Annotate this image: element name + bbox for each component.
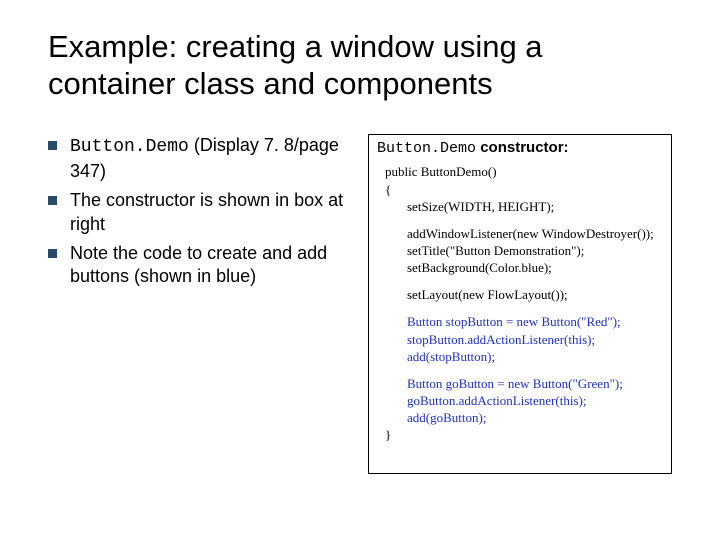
code-line: add(goButton); xyxy=(385,409,665,426)
bullet-item: Note the code to create and add buttons … xyxy=(48,242,348,289)
code-line: setLayout(new FlowLayout()); xyxy=(385,286,665,303)
slide: Example: creating a window using a conta… xyxy=(0,0,720,540)
bullet-column: Button.Demo (Display 7. 8/page 347) The … xyxy=(48,134,348,294)
code-box-header-bold: constructor: xyxy=(476,139,569,156)
code-line xyxy=(385,365,665,375)
bullet-text: Note the code to create and add buttons … xyxy=(70,243,327,286)
slide-body: Button.Demo (Display 7. 8/page 347) The … xyxy=(48,134,672,474)
code-line xyxy=(385,303,665,313)
code-line: Button goButton = new Button("Green"); xyxy=(385,375,665,392)
bullet-item: Button.Demo (Display 7. 8/page 347) xyxy=(48,134,348,183)
slide-title: Example: creating a window using a conta… xyxy=(48,28,672,102)
code-listing: public ButtonDemo(){setSize(WIDTH, HEIGH… xyxy=(375,163,665,443)
code-line: stopButton.addActionListener(this); xyxy=(385,331,665,348)
code-line: public ButtonDemo() xyxy=(385,163,665,180)
code-line: } xyxy=(385,426,665,443)
code-line: Button stopButton = new Button("Red"); xyxy=(385,313,665,330)
code-box-header-mono: Button.Demo xyxy=(377,140,476,157)
code-line: { xyxy=(385,181,665,198)
code-line: add(stopButton); xyxy=(385,348,665,365)
code-line: setSize(WIDTH, HEIGHT); xyxy=(385,198,665,215)
bullet-text: The constructor is shown in box at right xyxy=(70,190,343,233)
bullet-mono: Button.Demo xyxy=(70,137,189,157)
bullet-list: Button.Demo (Display 7. 8/page 347) The … xyxy=(48,134,348,288)
code-box-header: Button.Demo constructor: xyxy=(377,139,665,157)
code-line xyxy=(385,276,665,286)
code-line: goButton.addActionListener(this); xyxy=(385,392,665,409)
code-line: setTitle("Button Demonstration"); xyxy=(385,242,665,259)
code-line: addWindowListener(new WindowDestroyer())… xyxy=(385,225,665,242)
code-line: setBackground(Color.blue); xyxy=(385,259,665,276)
code-box: Button.Demo constructor: public ButtonDe… xyxy=(368,134,672,474)
code-line xyxy=(385,215,665,225)
bullet-item: The constructor is shown in box at right xyxy=(48,189,348,236)
